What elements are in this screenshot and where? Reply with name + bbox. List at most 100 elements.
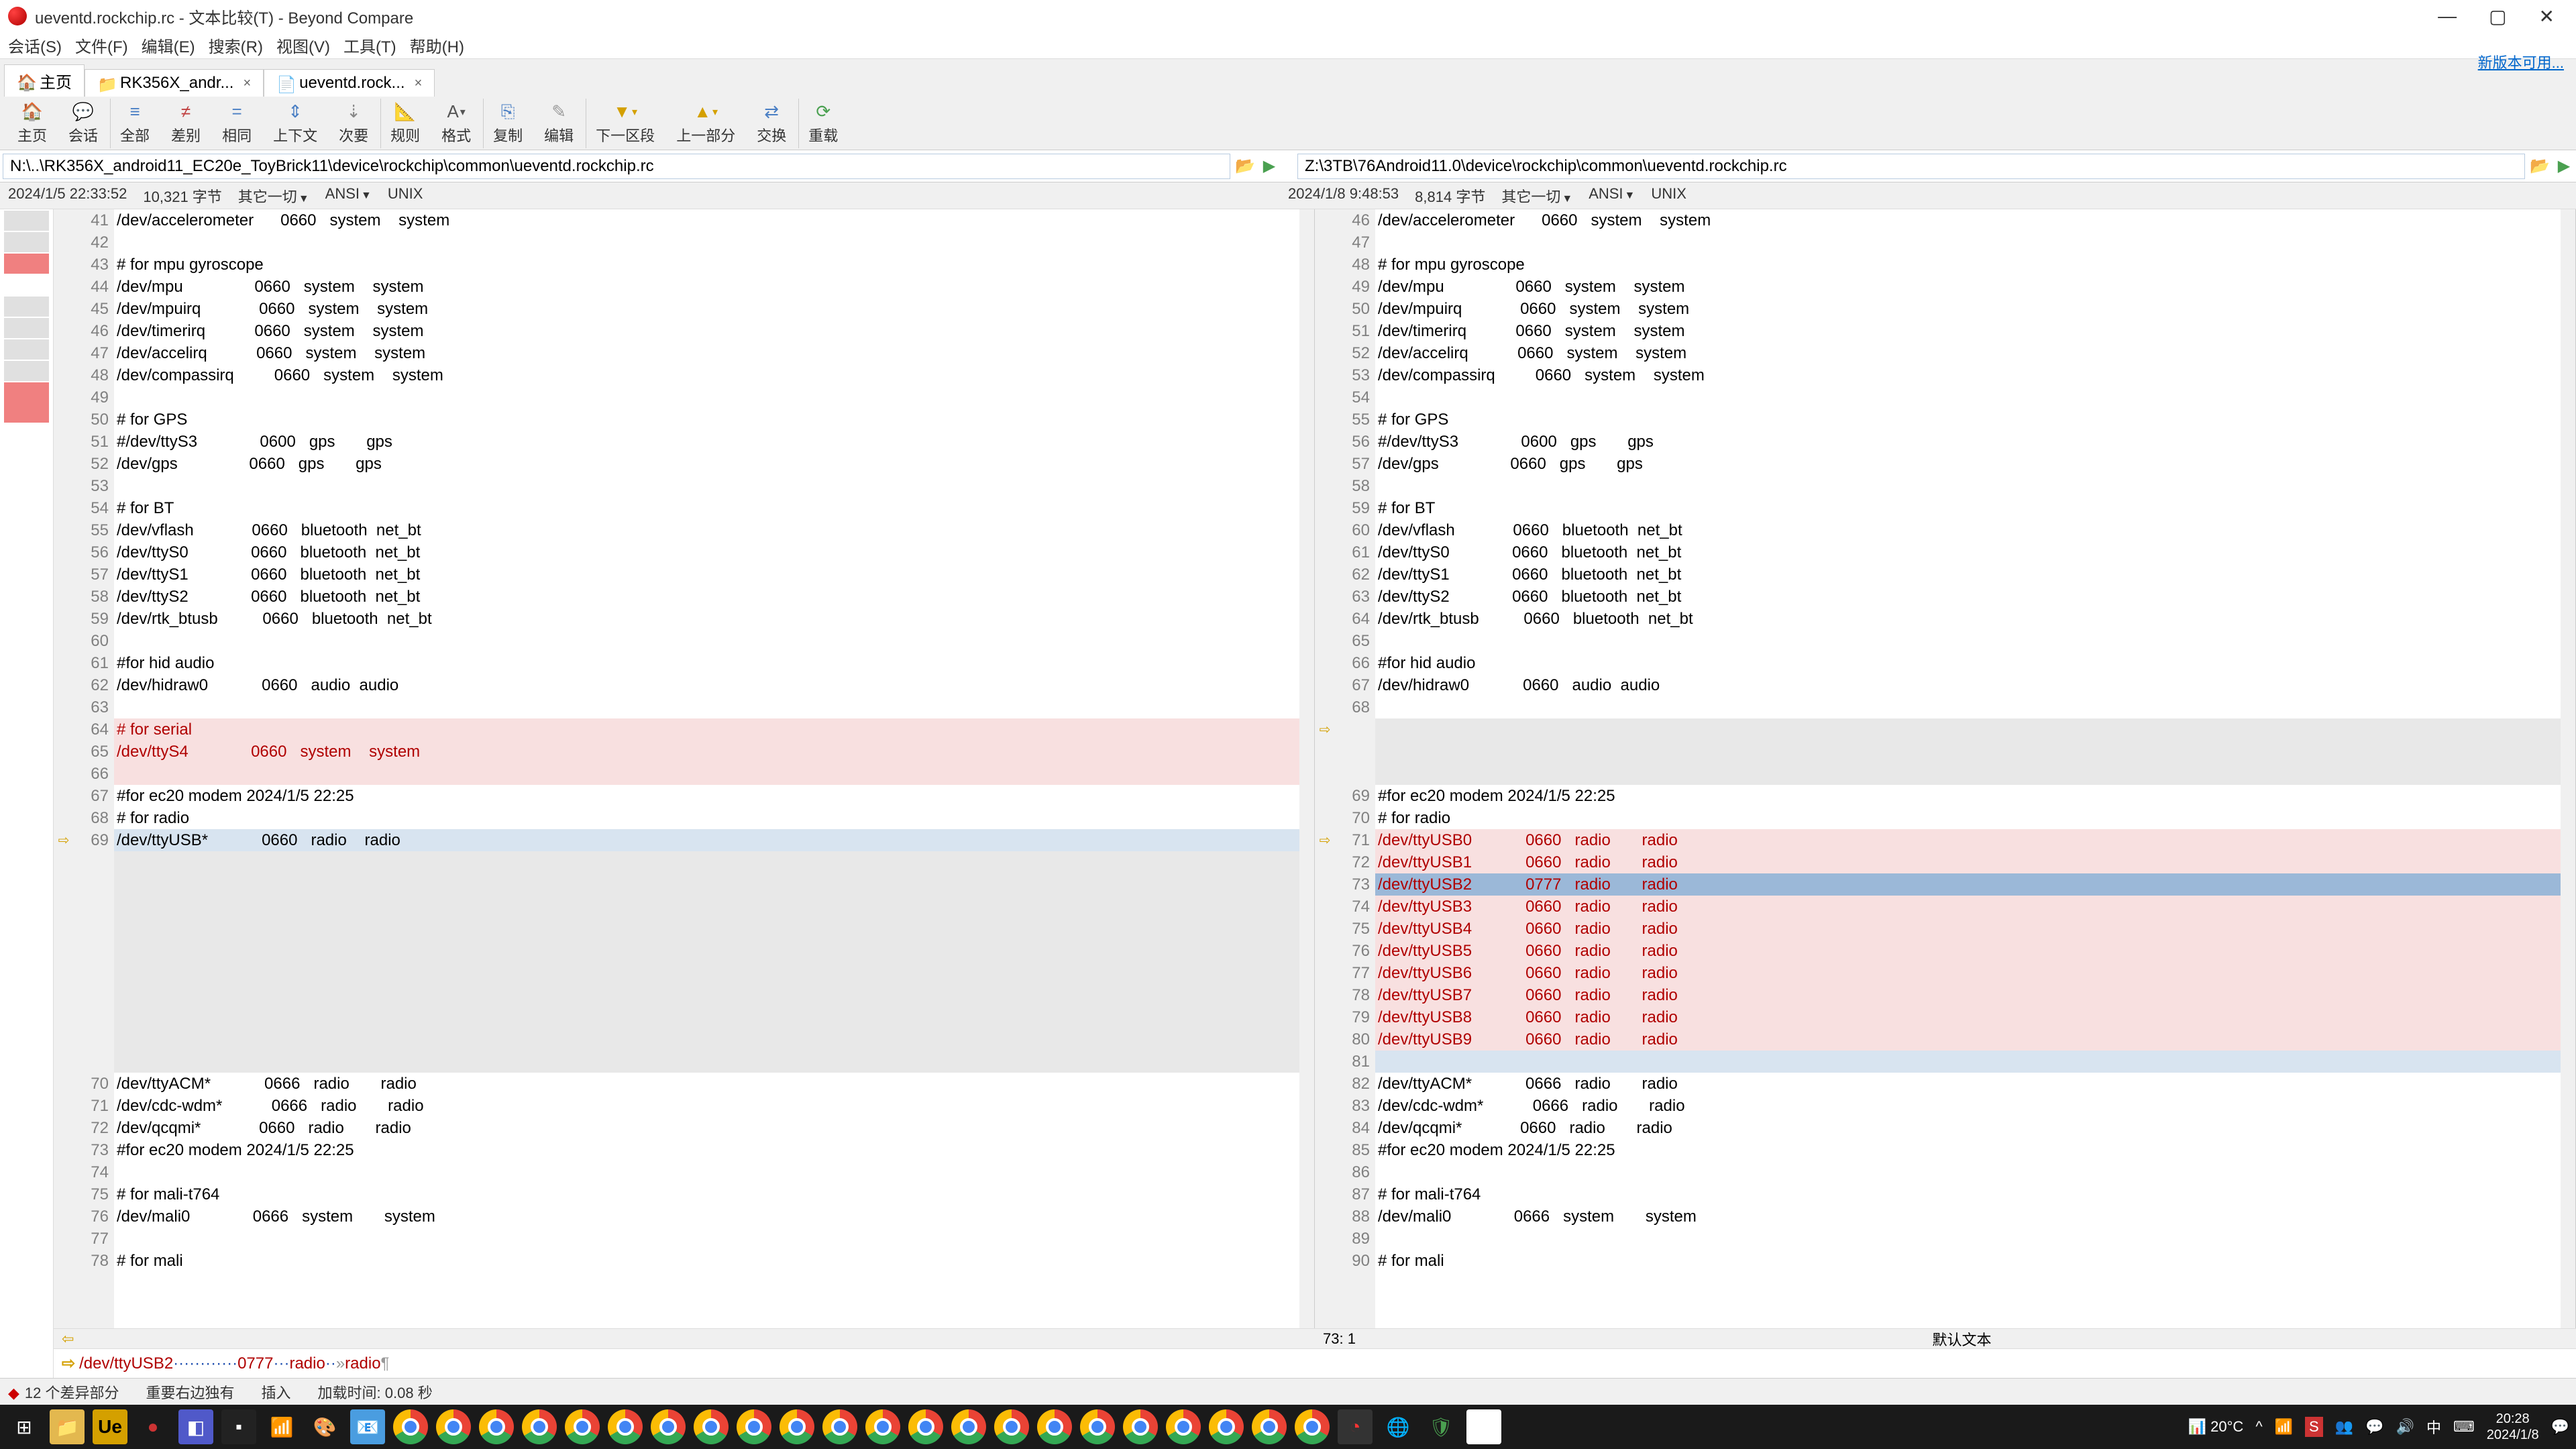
app-icon[interactable]: ● xyxy=(136,1409,170,1444)
weather-widget[interactable]: 📊 20°C xyxy=(2188,1418,2244,1436)
code-line[interactable] xyxy=(114,1228,1299,1250)
left-scrollbar[interactable] xyxy=(1299,209,1314,1328)
toolbar-主页[interactable]: 🏠主页 xyxy=(8,99,56,148)
code-line[interactable]: # for BT xyxy=(1375,497,2561,519)
right-scrollbar[interactable] xyxy=(2561,209,2575,1328)
code-line[interactable]: # for BT xyxy=(114,497,1299,519)
chrome-icon-20[interactable] xyxy=(1209,1409,1244,1444)
minimize-button[interactable]: — xyxy=(2438,5,2457,28)
start-button[interactable]: ⊞ xyxy=(7,1409,42,1444)
diff-overview[interactable] xyxy=(0,209,54,1378)
code-line[interactable]: /dev/vflash 0660 bluetooth net_bt xyxy=(114,519,1299,541)
toolbar-格式[interactable]: A▾格式 xyxy=(432,99,480,148)
explorer-icon[interactable]: 📁 xyxy=(50,1409,85,1444)
toolbar-交换[interactable]: ⇄交换 xyxy=(747,99,796,148)
code-line[interactable] xyxy=(1375,1161,2561,1183)
menu-item[interactable]: 文件(F) xyxy=(75,34,128,57)
left-path-input[interactable] xyxy=(3,154,1230,179)
left-compare-icon[interactable]: ▶ xyxy=(1257,154,1281,178)
tray-ime-icon[interactable]: 中 xyxy=(2426,1416,2441,1438)
right-browse-icon[interactable]: 📂 xyxy=(2528,154,2552,178)
toolbar-次要[interactable]: ⇣次要 xyxy=(329,99,378,148)
left-browse-icon[interactable]: 📂 xyxy=(1233,154,1257,178)
system-tray[interactable]: 📊 20°C ^ 📶 S 👥 💬 🔊 中 ⌨ 20:28 2024/1/8 💬 xyxy=(2188,1411,2569,1443)
mail-icon[interactable]: 📧 xyxy=(350,1409,385,1444)
code-line[interactable]: /dev/ttyACM* 0666 radio radio xyxy=(114,1073,1299,1095)
left-all[interactable]: 其它一切▼ xyxy=(238,185,309,207)
toolbar-重载[interactable]: ⟳重载 xyxy=(798,99,847,148)
code-line[interactable]: /dev/timerirq 0660 system system xyxy=(1375,320,2561,342)
chrome-icon-7[interactable] xyxy=(651,1409,686,1444)
chrome-icon-21[interactable] xyxy=(1252,1409,1287,1444)
code-line[interactable]: /dev/hidraw0 0660 audio audio xyxy=(1375,674,2561,696)
maximize-button[interactable]: ▢ xyxy=(2489,5,2506,28)
menu-item[interactable]: 视图(V) xyxy=(276,34,330,57)
menu-item[interactable]: 帮助(H) xyxy=(410,34,464,57)
tab-close-icon[interactable]: × xyxy=(243,76,251,91)
code-line[interactable]: /dev/ttyUSB2 0777 radio radio xyxy=(1375,873,2561,896)
code-line[interactable] xyxy=(1375,1228,2561,1250)
code-line[interactable]: # for mpu gyroscope xyxy=(1375,254,2561,276)
image-app-icon[interactable]: 🖼 xyxy=(1466,1409,1501,1444)
right-encoding[interactable]: ANSI▼ xyxy=(1589,185,1635,207)
wifi-icon[interactable]: 📶 xyxy=(264,1409,299,1444)
chrome-icon-1[interactable] xyxy=(393,1409,428,1444)
chrome-icon-14[interactable] xyxy=(951,1409,986,1444)
code-line[interactable]: /dev/ttyS1 0660 bluetooth net_bt xyxy=(114,564,1299,586)
code-line[interactable]: /dev/mali0 0666 system system xyxy=(114,1205,1299,1228)
code-line[interactable]: # for mpu gyroscope xyxy=(114,254,1299,276)
code-line[interactable] xyxy=(114,918,1299,940)
chrome-icon-15[interactable] xyxy=(994,1409,1029,1444)
toolbar-差别[interactable]: ≠差别 xyxy=(162,99,210,148)
code-line[interactable] xyxy=(114,962,1299,984)
right-compare-icon[interactable]: ▶ xyxy=(2552,154,2576,178)
tab[interactable]: 🏠主页 xyxy=(4,64,85,97)
code-line[interactable]: /dev/ttyUSB3 0660 radio radio xyxy=(1375,896,2561,918)
code-line[interactable]: /dev/gps 0660 gps gps xyxy=(1375,453,2561,475)
code-line[interactable] xyxy=(114,1006,1299,1028)
chrome-icon-2[interactable] xyxy=(436,1409,471,1444)
code-line[interactable] xyxy=(1375,475,2561,497)
right-all[interactable]: 其它一切▼ xyxy=(1501,185,1572,207)
code-line[interactable] xyxy=(114,630,1299,652)
code-line[interactable]: /dev/mali0 0666 system system xyxy=(1375,1205,2561,1228)
code-line[interactable] xyxy=(1375,741,2561,763)
code-line[interactable] xyxy=(114,696,1299,718)
code-line[interactable] xyxy=(1375,231,2561,254)
chrome-icon-4[interactable] xyxy=(522,1409,557,1444)
toolbar-相同[interactable]: =相同 xyxy=(213,99,261,148)
code-line[interactable]: /dev/ttyACM* 0666 radio radio xyxy=(1375,1073,2561,1095)
code-line[interactable]: /dev/ttyUSB0 0660 radio radio xyxy=(1375,829,2561,851)
tab[interactable]: 📁RK356X_andr...× xyxy=(85,69,264,97)
code-line[interactable] xyxy=(114,1051,1299,1073)
code-line[interactable] xyxy=(114,231,1299,254)
code-line[interactable]: #for ec20 modem 2024/1/5 22:25 xyxy=(114,1139,1299,1161)
tray-message-icon[interactable]: 💬 xyxy=(2365,1418,2383,1436)
chrome-icon-9[interactable] xyxy=(737,1409,771,1444)
code-line[interactable]: /dev/mpuirq 0660 system system xyxy=(114,298,1299,320)
close-button[interactable]: ✕ xyxy=(2539,5,2555,28)
code-line[interactable]: # for radio xyxy=(1375,807,2561,829)
browser-icon[interactable]: 🌐 xyxy=(1381,1409,1415,1444)
code-line[interactable] xyxy=(114,896,1299,918)
code-line[interactable]: /dev/cdc-wdm* 0666 radio radio xyxy=(114,1095,1299,1117)
menu-item[interactable]: 搜索(R) xyxy=(209,34,263,57)
tray-people-icon[interactable]: 👥 xyxy=(2335,1418,2353,1436)
toolbar-复制[interactable]: ⎘复制 xyxy=(483,99,532,148)
code-line[interactable]: # for GPS xyxy=(1375,409,2561,431)
chrome-icon-5[interactable] xyxy=(565,1409,600,1444)
code-line[interactable]: # for mali xyxy=(114,1250,1299,1272)
code-line[interactable]: /dev/qcqmi* 0660 radio radio xyxy=(114,1117,1299,1139)
toolbar-全部[interactable]: ≡全部 xyxy=(110,99,159,148)
code-line[interactable]: /dev/ttyUSB* 0660 radio radio xyxy=(114,829,1299,851)
code-line[interactable]: /dev/rtk_btusb 0660 bluetooth net_bt xyxy=(1375,608,2561,630)
menu-item[interactable]: 编辑(E) xyxy=(142,34,195,57)
toolbar-会话[interactable]: 💬会话 xyxy=(59,99,107,148)
code-line[interactable]: /dev/ttyS4 0660 system system xyxy=(114,741,1299,763)
code-line[interactable]: /dev/ttyUSB7 0660 radio radio xyxy=(1375,984,2561,1006)
code-line[interactable] xyxy=(114,386,1299,409)
tab-close-icon[interactable]: × xyxy=(415,76,423,91)
code-line[interactable]: #for ec20 modem 2024/1/5 22:25 xyxy=(114,785,1299,807)
toolbar-编辑[interactable]: ✎编辑 xyxy=(535,99,583,148)
code-line[interactable]: #for hid audio xyxy=(114,652,1299,674)
